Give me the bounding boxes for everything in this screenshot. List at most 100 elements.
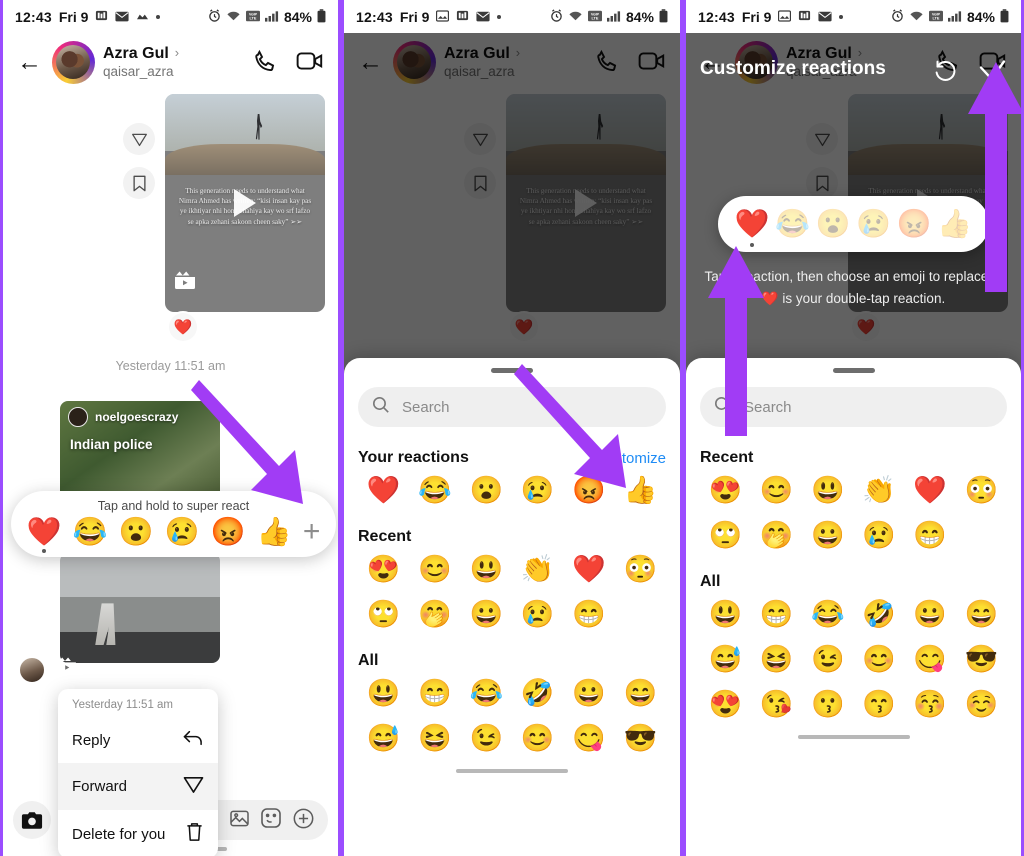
emoji-cell[interactable]: 😀 [461, 599, 512, 630]
reaction-emoji-angry[interactable]: 😡 [211, 518, 246, 546]
sheet-grabber[interactable] [491, 368, 533, 373]
emoji-cell[interactable]: 😃 [802, 475, 853, 506]
emoji-cell[interactable]: 😆 [409, 723, 460, 754]
emoji-cell[interactable]: 😂 [409, 475, 460, 506]
emoji-cell[interactable]: 😁 [409, 678, 460, 709]
emoji-cell[interactable]: 😎 [956, 644, 1007, 675]
emoji-cell[interactable]: 😘 [751, 689, 802, 720]
emoji-cell[interactable]: 😀 [802, 520, 853, 551]
reaction-emoji-joy[interactable]: 😂 [73, 518, 108, 546]
emoji-cell[interactable]: 😎 [615, 723, 666, 754]
emoji-cell[interactable]: ❤️ [905, 475, 956, 506]
emoji-cell[interactable]: 😉 [461, 723, 512, 754]
phone-icon[interactable] [252, 48, 280, 76]
reel-message[interactable]: This generation needs to understand what… [165, 94, 325, 312]
emoji-cell[interactable]: 😍 [358, 554, 409, 585]
customize-emoji-angry[interactable]: 😡 [897, 210, 932, 238]
emoji-cell[interactable]: 😙 [854, 689, 905, 720]
emoji-cell[interactable]: 😄 [956, 599, 1007, 630]
avatar[interactable] [51, 40, 95, 84]
reaction-emoji-sad[interactable]: 😢 [165, 518, 200, 546]
emoji-cell[interactable]: 😚 [905, 689, 956, 720]
emoji-cell[interactable]: 😢 [854, 520, 905, 551]
customize-emoji-thumbsup[interactable]: 👍 [937, 210, 972, 238]
emoji-cell[interactable]: ☺️ [956, 689, 1007, 720]
search-input[interactable]: Search [700, 387, 1007, 427]
emoji-cell[interactable]: 😃 [700, 599, 751, 630]
emoji-cell[interactable]: 😮 [461, 475, 512, 506]
emoji-cell[interactable]: 😆 [751, 644, 802, 675]
emoji-cell[interactable]: 😗 [802, 689, 853, 720]
emoji-cell[interactable]: 👏 [854, 475, 905, 506]
emoji-cell[interactable]: ❤️ [563, 554, 614, 585]
emoji-cell[interactable]: 😋 [905, 644, 956, 675]
context-menu-item-reply[interactable]: Reply [58, 717, 218, 763]
emoji-cell[interactable]: 🤣 [512, 678, 563, 709]
sticker-icon[interactable] [261, 808, 281, 832]
reaction-emoji-thumbsup[interactable]: 👍 [257, 518, 292, 546]
customize-link[interactable]: Customize [595, 450, 666, 467]
image-icon[interactable] [230, 810, 249, 831]
contact-name[interactable]: Azra Gul › [103, 45, 179, 63]
customize-emoji-sad[interactable]: 😢 [856, 210, 891, 238]
add-reaction-button[interactable]: + [303, 517, 321, 547]
emoji-cell[interactable]: 😁 [751, 599, 802, 630]
customize-emoji-joy[interactable]: 😂 [775, 210, 810, 238]
emoji-cell[interactable]: ❤️ [358, 475, 409, 506]
emoji-cell[interactable]: 🙄 [358, 599, 409, 630]
reaction-emoji-surprised[interactable]: 😮 [119, 518, 154, 546]
customize-emoji-heart[interactable]: ❤️ [735, 210, 770, 238]
sheet-grabber[interactable] [832, 368, 875, 373]
emoji-cell[interactable]: 😃 [461, 554, 512, 585]
emoji-cell[interactable]: 😀 [563, 678, 614, 709]
emoji-cell[interactable]: 😳 [956, 475, 1007, 506]
nav-pill[interactable] [797, 735, 910, 740]
emoji-cell[interactable]: 👍 [615, 475, 666, 506]
emoji-cell[interactable]: 😍 [700, 689, 751, 720]
reaction-chip[interactable]: ❤️ [169, 313, 197, 341]
emoji-cell[interactable]: 😋 [563, 723, 614, 754]
emoji-cell[interactable]: 🤭 [409, 599, 460, 630]
camera-icon[interactable] [13, 801, 51, 839]
emoji-cell[interactable]: 🤣 [854, 599, 905, 630]
context-menu-item-forward[interactable]: Forward [58, 763, 218, 810]
emoji-cell[interactable]: 😉 [802, 644, 853, 675]
photo-message-card[interactable] [60, 553, 220, 663]
reaction-bar[interactable]: Tap and hold to super react ❤️ 😂 😮 😢 😡 👍… [11, 491, 336, 557]
emoji-cell[interactable]: 😊 [751, 475, 802, 506]
context-menu-item-delete[interactable]: Delete for you [58, 810, 218, 856]
share-icon[interactable] [123, 123, 155, 155]
emoji-cell[interactable]: 😢 [512, 475, 563, 506]
emoji-cell[interactable]: 😊 [854, 644, 905, 675]
bookmark-icon[interactable] [123, 167, 155, 199]
emoji-cell[interactable]: 😀 [905, 599, 956, 630]
emoji-cell[interactable]: 😅 [700, 644, 751, 675]
emoji-cell[interactable]: 😍 [700, 475, 751, 506]
back-button[interactable]: ← [17, 49, 43, 75]
emoji-cell[interactable]: 😡 [563, 475, 614, 506]
emoji-cell[interactable]: 😢 [512, 599, 563, 630]
emoji-cell[interactable]: 😅 [358, 723, 409, 754]
emoji-cell[interactable]: 🤭 [751, 520, 802, 551]
customize-reaction-bar[interactable]: ❤️ 😂 😮 😢 😡 👍 [718, 196, 989, 252]
emoji-cell[interactable]: 😁 [563, 599, 614, 630]
emoji-cell[interactable]: 😊 [409, 554, 460, 585]
emoji-cell[interactable]: 😂 [802, 599, 853, 630]
undo-icon[interactable] [933, 58, 959, 89]
emoji-cell[interactable]: 😁 [905, 520, 956, 551]
search-input[interactable]: Search [358, 387, 666, 427]
nav-pill[interactable] [456, 769, 568, 774]
emoji-cell[interactable]: 😳 [615, 554, 666, 585]
reaction-emoji-heart[interactable]: ❤️ [27, 518, 62, 546]
video-camera-icon[interactable] [296, 48, 324, 76]
emoji-cell[interactable]: 👏 [512, 554, 563, 585]
emoji-cell[interactable]: 🙄 [700, 520, 751, 551]
customize-emoji-surprised[interactable]: 😮 [816, 210, 851, 238]
emoji-cell[interactable]: 😊 [512, 723, 563, 754]
plus-circle-icon[interactable] [293, 808, 314, 833]
emoji-cell[interactable]: 😃 [358, 678, 409, 709]
emoji-cell[interactable]: 😄 [615, 678, 666, 709]
check-icon[interactable] [977, 58, 1007, 89]
message-context-menu[interactable]: Yesterday 11:51 am Reply Forward Delete … [58, 689, 218, 856]
emoji-cell[interactable]: 😂 [461, 678, 512, 709]
